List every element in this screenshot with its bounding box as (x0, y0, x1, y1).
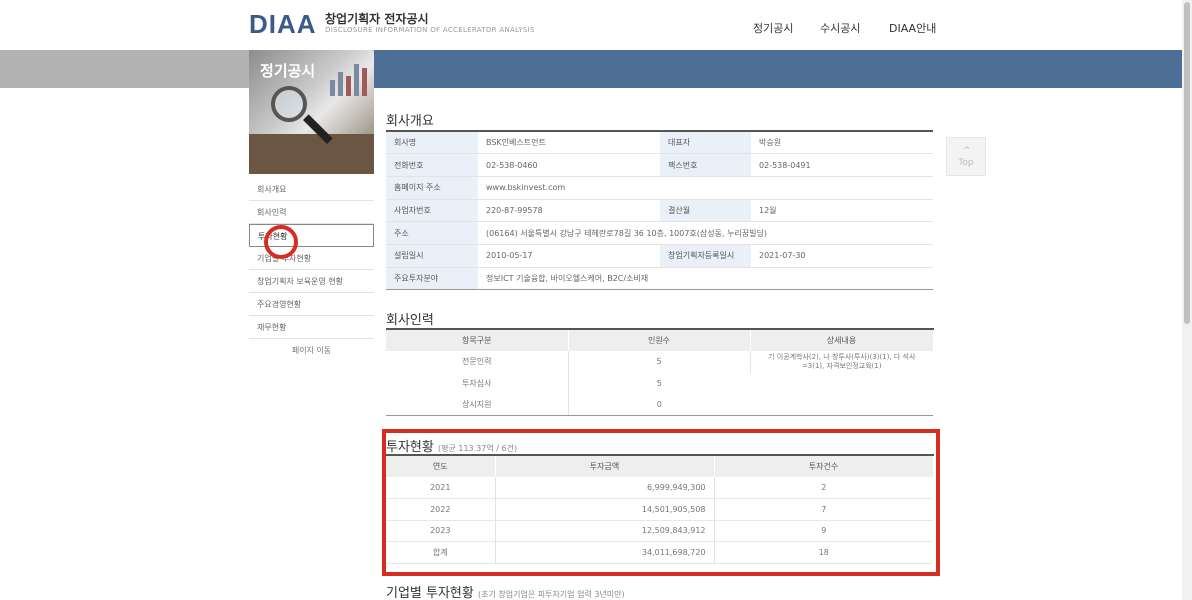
investment-title-text: 투자현황 (386, 440, 434, 455)
sidebar-item-incubation[interactable]: 창업기획자 보육운영 현황 (249, 270, 374, 293)
table-header-row: 항목구분 인원수 상세내용 (386, 329, 934, 351)
label-founded: 설립일시 (386, 244, 478, 268)
table-row: 주요투자분야 정보ICT 기술융합, 바이오헬스케어, B2C/소비재 (386, 267, 933, 291)
banner-title: 정기공시 (260, 62, 316, 80)
table-row: 전문인력 5 기 이공계학사(2), 나 창투사(투사)(3)(1), 다 석사… (386, 351, 933, 373)
sidebar-more-link[interactable]: 페이지 이동 (249, 345, 374, 356)
scroll-top-button[interactable]: ^ Top (946, 137, 986, 176)
value-homepage[interactable]: www.bskinvest.com (478, 176, 933, 200)
desk-illustration (249, 134, 374, 174)
nav-occasional-disclosure[interactable]: 수시공시 (820, 20, 860, 36)
column-header: 투자건수 (714, 455, 934, 477)
value-phone: 02-538-0460 (478, 153, 660, 177)
nav-regular-disclosure[interactable]: 정기공시 (753, 20, 793, 36)
value-fax: 02-538-0491 (751, 153, 933, 177)
table-row: 2023 12,509,843,912 9 (386, 520, 933, 542)
staff-count: 0 (656, 400, 662, 410)
label-company-name: 회사명 (386, 131, 478, 155)
highlight-circle-annotation (264, 225, 298, 259)
invest-total-count: 18 (714, 541, 933, 564)
table-row: 홈페이지 주소 www.bskinvest.com (386, 176, 933, 200)
overview-title: 회사개요 (386, 114, 434, 129)
banner-right (374, 50, 1182, 88)
invest-total-label: 합계 (386, 541, 496, 564)
invest-count: 9 (714, 520, 933, 542)
company-investment-title-text: 기업별 투자현황 (386, 586, 474, 600)
label-business-number: 사업자번호 (386, 199, 478, 223)
table-row: 전화번호 02-538-0460 팩스번호 02-538-0491 (386, 153, 933, 177)
sidebar-item-overview[interactable]: 회사개요 (249, 178, 374, 201)
label-address: 주소 (386, 221, 478, 245)
table-row: 2021 6,999,949,300 2 (386, 477, 933, 499)
value-registered: 2021-07-30 (751, 244, 933, 268)
table-row: 2022 14,501,905,508 7 (386, 498, 933, 521)
logo[interactable]: DIAA (249, 9, 317, 40)
label-invest-field: 주요투자분야 (386, 267, 478, 291)
value-address: (06164) 서울특별시 강남구 테헤란로78길 36 10층, 1007호(… (478, 221, 933, 245)
sidebar: 회사개요 회사인력 투자현황 기업별 투자현황 창업기획자 보육운영 현황 주요… (249, 178, 374, 356)
company-investment-title: 기업별 투자현황 (초기 창업기업은 피투자기업 업력 3년미만) (386, 582, 625, 600)
label-phone: 전화번호 (386, 153, 478, 177)
label-registered: 창업기획자등록일시 (660, 244, 751, 268)
staff-note: 기 이공계학사(2), 나 창투사(투사)(3)(1), 다 석사 =3(1),… (768, 353, 916, 370)
table-row-total: 합계 34,011,698,720 18 (386, 541, 933, 564)
arrow-up-icon: ^ (963, 146, 971, 156)
invest-count: 7 (714, 498, 933, 521)
value-company-name: BSK인베스트먼트 (478, 131, 660, 155)
scroll-top-label: Top (958, 158, 974, 168)
column-header: 항목구분 (386, 329, 569, 351)
sidebar-item-staff[interactable]: 회사인력 (249, 201, 374, 224)
table-row: 주소 (06164) 서울특별시 강남구 테헤란로78길 36 10층, 100… (386, 221, 933, 245)
invest-year: 2023 (386, 520, 496, 542)
invest-amount: 6,999,949,300 (495, 477, 715, 499)
table-row: 회사명 BSK인베스트먼트 대표자 박승원 (386, 131, 933, 155)
invest-year: 2022 (386, 498, 496, 521)
table-row: 사업자번호 220-87-99578 결산월 12월 (386, 199, 933, 223)
column-header: 상세내용 (750, 329, 934, 351)
investment-title: 투자현황 (평균 113.37억 / 6건) (386, 436, 517, 455)
site-subtitle: DISCLOSURE INFORMATION OF ACCELERATOR AN… (325, 26, 535, 34)
column-header: 인원수 (568, 329, 751, 351)
investment-table: 연도 투자금액 투자건수 2021 6,999,949,300 2 2022 1… (386, 454, 934, 564)
magnifier-icon (271, 86, 307, 122)
investment-summary: (평균 113.37억 / 6건) (437, 444, 518, 453)
sidebar-item-management[interactable]: 주요경영현황 (249, 293, 374, 316)
invest-amount: 14,501,905,508 (495, 498, 715, 521)
staff-title: 회사인력 (386, 313, 434, 328)
label-fiscal-month: 결산월 (660, 199, 751, 223)
value-founded: 2010-05-17 (478, 244, 660, 268)
table-row: 설립일시 2010-05-17 창업기획자등록일시 2021-07-30 (386, 244, 933, 268)
staff-category: 전문인력 (386, 351, 569, 373)
divider (386, 415, 933, 416)
overview-table: 회사명 BSK인베스트먼트 대표자 박승원 전화번호 02-538-0460 팩… (386, 130, 933, 291)
scrollbar-thumb[interactable] (1184, 2, 1190, 324)
nav-diaa-info[interactable]: DIAA안내 (889, 20, 936, 36)
table-header-row: 연도 투자금액 투자건수 (386, 455, 934, 477)
staff-count: 5 (656, 378, 662, 388)
invest-amount: 12,509,843,912 (495, 520, 715, 542)
company-investment-note: (초기 창업기업은 피투자기업 업력 3년미만) (478, 590, 625, 599)
site-title: 창업기획자 전자공시 (325, 12, 429, 26)
value-business-number: 220-87-99578 (478, 199, 660, 223)
value-ceo: 박승원 (751, 131, 933, 155)
value-invest-field: 정보ICT 기술융합, 바이오헬스케어, B2C/소비재 (478, 267, 933, 291)
staff-category: 상시지원 (386, 394, 569, 416)
staff-category: 투자심사 (386, 372, 569, 394)
label-fax: 팩스번호 (660, 153, 751, 177)
column-header: 연도 (386, 455, 496, 477)
invest-year: 2021 (386, 477, 496, 499)
invest-total-amount: 34,011,698,720 (495, 541, 715, 564)
chart-illustration-icon (330, 64, 367, 96)
header: DIAA 창업기획자 전자공시 DISCLOSURE INFORMATION O… (0, 0, 1192, 50)
staff-count: 5 (568, 351, 751, 373)
invest-count: 2 (714, 477, 933, 499)
label-homepage: 홈페이지 주소 (386, 176, 478, 200)
column-header: 투자금액 (495, 455, 715, 477)
value-fiscal-month: 12월 (751, 199, 933, 223)
label-ceo: 대표자 (660, 131, 751, 155)
sidebar-item-finance[interactable]: 재무현황 (249, 316, 374, 339)
staff-table: 항목구분 인원수 상세내용 전문인력 5 기 이공계학사(2), 나 창투사(투… (386, 328, 934, 416)
